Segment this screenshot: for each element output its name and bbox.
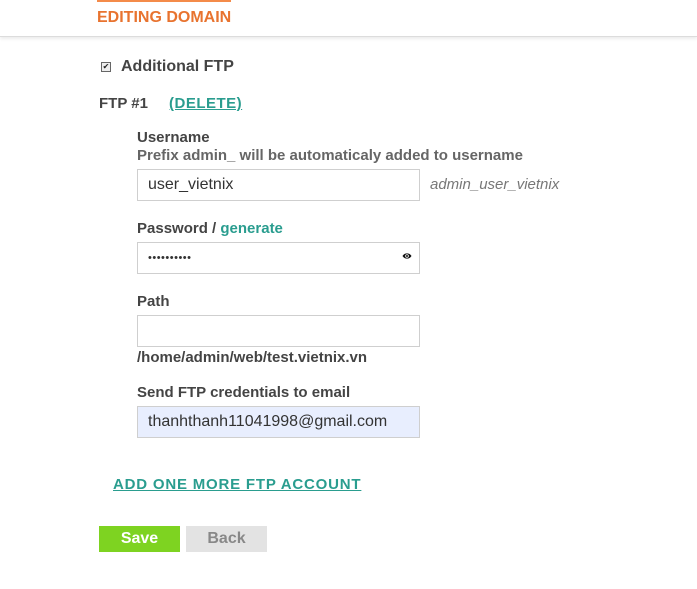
tab-accent-line [97, 0, 231, 2]
password-label: Password / generate [137, 220, 283, 237]
additional-ftp-label: Additional FTP [121, 58, 234, 75]
delete-ftp-link[interactable]: (DELETE) [169, 95, 242, 112]
email-label: Send FTP credentials to email [137, 384, 351, 401]
generate-password-link[interactable]: generate [220, 220, 283, 237]
back-button[interactable]: Back [186, 526, 267, 552]
top-bar: EDITING DOMAIN [0, 0, 697, 37]
save-button[interactable]: Save [99, 526, 180, 552]
username-input[interactable]: user_vietnix [137, 169, 420, 201]
path-label: Path [137, 293, 170, 310]
username-label: Username [137, 129, 210, 146]
password-label-text: Password / [137, 220, 221, 237]
full-username-preview: admin_user_vietnix [430, 176, 560, 193]
username-hint: Prefix admin_ will be automaticaly added… [137, 147, 523, 164]
additional-ftp-row[interactable]: ✔ Additional FTP [101, 58, 234, 76]
password-input[interactable]: •••••••••• [137, 242, 420, 274]
path-prefix: /home/admin/web/test.vietnix.vn [137, 349, 368, 366]
additional-ftp-checkbox[interactable]: ✔ [101, 62, 111, 72]
eye-icon[interactable] [402, 251, 412, 261]
page-title[interactable]: EDITING DOMAIN [97, 9, 231, 27]
path-input[interactable] [137, 315, 420, 347]
ftp-title: FTP #1 [99, 95, 148, 112]
add-ftp-account-link[interactable]: ADD ONE MORE FTP ACCOUNT [113, 476, 361, 493]
email-input[interactable]: thanhthanh11041998@gmail.com [137, 406, 420, 438]
